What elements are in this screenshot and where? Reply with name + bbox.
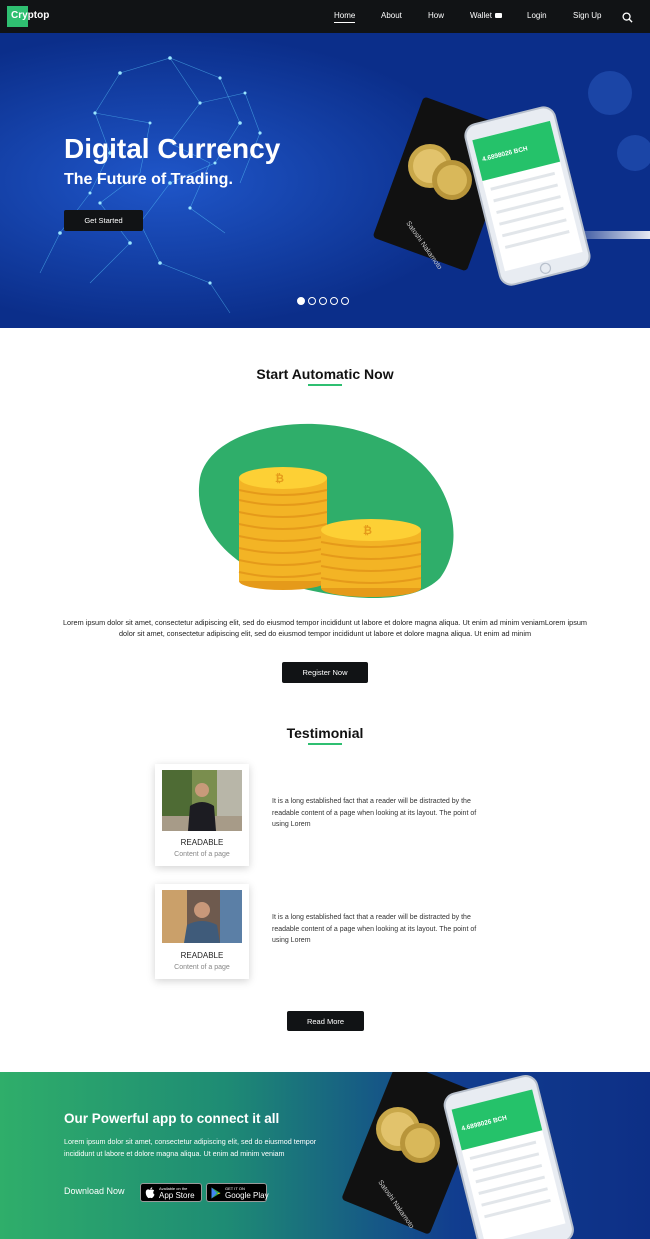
nav-about[interactable]: About [381, 11, 402, 20]
testimonial-role-2: Content of a page [174, 964, 230, 971]
hero-subtitle: The Future of Trading. [64, 171, 233, 188]
apple-icon [145, 1187, 155, 1199]
register-now-button[interactable]: Register Now [282, 662, 368, 683]
section-underline [308, 384, 342, 386]
testimonial-avatar-1 [162, 770, 242, 831]
search-icon[interactable] [622, 12, 633, 23]
nav-signup[interactable]: Sign Up [573, 11, 601, 20]
carousel-dot-2[interactable] [308, 297, 316, 305]
carousel-dot-5[interactable] [341, 297, 349, 305]
app-description: Lorem ipsum dolor sit amet, consectetur … [64, 1137, 317, 1158]
google-play-button[interactable]: GET IT ON Google Play [206, 1183, 269, 1202]
testimonial-text-2: It is a long established fact that a rea… [272, 914, 477, 944]
app-promo-section: Our Powerful app to connect it all Lorem… [0, 1072, 650, 1239]
nav-wallet[interactable]: Wallet [470, 11, 502, 20]
section-title-automatic: Start Automatic Now [256, 366, 394, 382]
hero-wallet-phone-illustration: B Satoshi Nakamoto 4.6898026 BCH [373, 97, 591, 286]
carousel-dot-4[interactable] [330, 297, 338, 305]
section-underline [308, 743, 342, 745]
section-title-testimonial: Testimonial [286, 725, 364, 741]
wallet-icon [494, 13, 502, 19]
carousel-dot-3[interactable] [319, 297, 327, 305]
bitcoin-icon: ₿ [238, 467, 328, 590]
nav-how[interactable]: How [428, 11, 444, 20]
app-store-button[interactable]: Available on the App Store [140, 1183, 202, 1202]
google-play-label: Google Play [225, 1191, 269, 1200]
read-more-button[interactable]: Read More [287, 1011, 364, 1031]
svg-text:₿: ₿ [275, 473, 284, 485]
get-started-button[interactable]: Get Started [64, 210, 143, 231]
svg-text:₿: ₿ [363, 525, 372, 537]
testimonial-avatar-2 [162, 890, 242, 943]
nav-home[interactable]: Home [334, 11, 356, 23]
app-wallet-phone-illustration: B Satoshi Nakamoto 4.6898026 BCH [342, 1072, 574, 1239]
testimonial-card-1: READABLE Content of a page [155, 764, 249, 866]
carousel-dots [297, 297, 349, 305]
app-store-label: App Store [159, 1191, 195, 1200]
nav-wallet-label: Wallet [470, 11, 492, 20]
page: Cryptop Home About How Wallet Login Sign… [0, 0, 650, 1239]
testimonial-name-2: READABLE [180, 951, 224, 960]
testimonial-text-1: It is a long established fact that a rea… [272, 798, 477, 828]
testimonial-card-2: READABLE Content of a page [155, 884, 249, 979]
nav-login[interactable]: Login [527, 11, 547, 20]
testimonial-name-1: READABLE [180, 838, 224, 847]
hero-title: Digital Currency [64, 133, 281, 164]
carousel-dot-1[interactable] [297, 297, 305, 305]
navbar: Cryptop Home About How Wallet Login Sign… [0, 0, 650, 33]
app-title: Our Powerful app to connect it all [64, 1111, 280, 1126]
testimonial-role-1: Content of a page [174, 851, 230, 858]
brand-name[interactable]: Cryptop [11, 10, 49, 21]
play-icon [211, 1187, 221, 1199]
automatic-description: Lorem ipsum dolor sit amet, consectetur … [62, 618, 587, 638]
coin-stack-illustration: ₿ ₿ [198, 423, 454, 598]
hero-banner: Digital Currency The Future of Trading. … [0, 33, 650, 328]
download-now-label: Download Now [64, 1186, 125, 1196]
